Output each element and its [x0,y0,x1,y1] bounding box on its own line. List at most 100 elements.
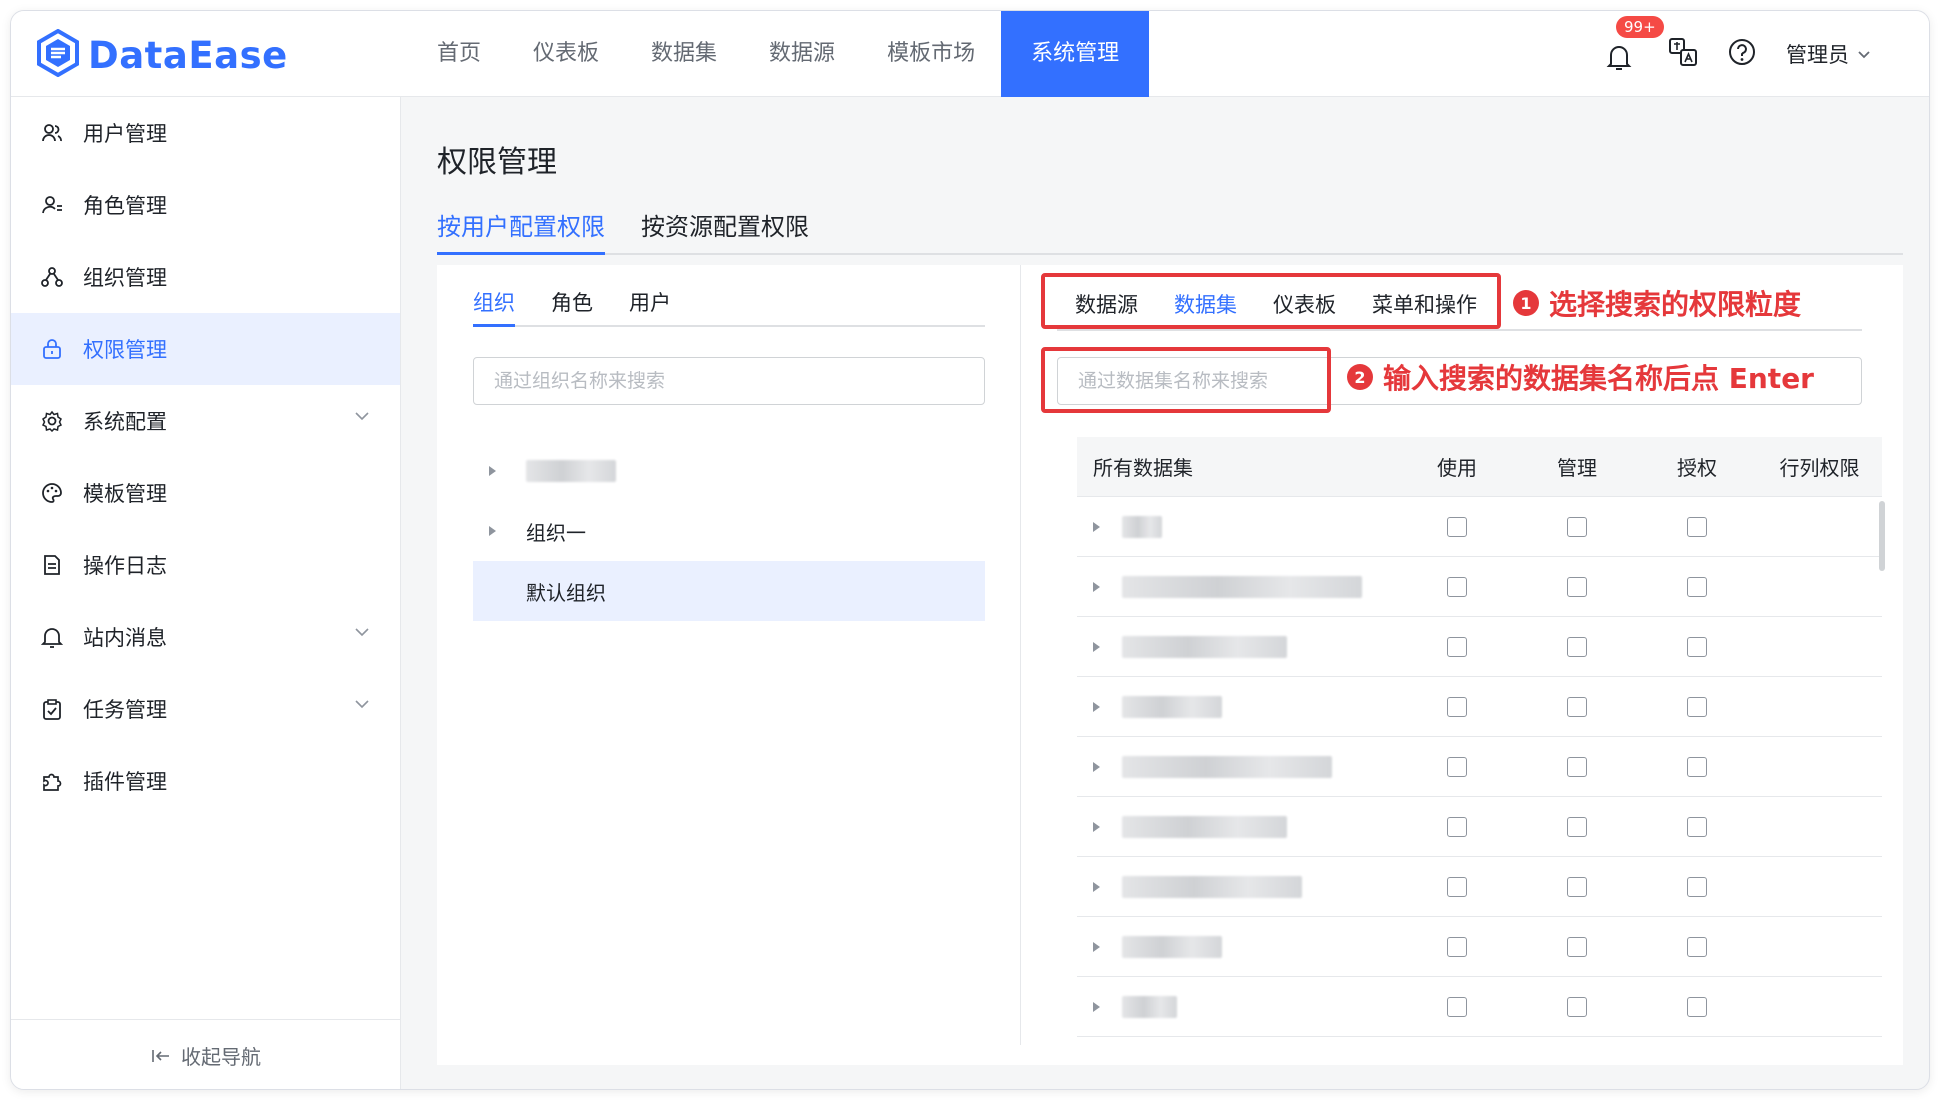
sidebar-item-label: 任务管理 [83,698,167,722]
document-icon [41,554,63,576]
use-checkbox[interactable] [1447,516,1467,537]
tab-user[interactable]: 用户 [629,279,671,327]
expand-arrow-icon[interactable] [1093,641,1100,652]
sidebar-item-plugins[interactable]: 插件管理 [11,745,400,817]
table-row[interactable] [1077,497,1882,557]
sidebar-item-permissions[interactable]: 权限管理 [11,313,400,385]
manage-checkbox[interactable] [1567,876,1587,897]
tab-by-user[interactable]: 按用户配置权限 [437,201,605,255]
nav-dashboard[interactable]: 仪表板 [507,11,625,97]
authorize-checkbox[interactable] [1687,636,1707,657]
collapse-nav-button[interactable]: 收起导航 [11,1019,401,1089]
annotation-callout-2: 2 输入搜索的数据集名称后点 Enter [1347,357,1814,397]
permission-table: 所有数据集 使用 管理 授权 行列权限 [1077,437,1882,1037]
table-scrollbar[interactable] [1879,501,1885,571]
logo-text: DataEase [88,33,288,77]
expand-arrow-icon[interactable] [489,466,496,476]
sidebar-item-label: 模板管理 [83,482,167,506]
manage-checkbox[interactable] [1567,636,1587,657]
use-checkbox[interactable] [1447,696,1467,717]
manage-checkbox[interactable] [1567,576,1587,597]
logo[interactable]: DataEase [36,28,288,81]
authorize-checkbox[interactable] [1687,996,1707,1017]
sidebar-item-label: 权限管理 [83,338,167,362]
main-tabs: 按用户配置权限 按资源配置权限 [437,201,1903,255]
expand-arrow-icon[interactable] [1093,821,1100,832]
org-search-input[interactable] [473,357,985,405]
manage-checkbox[interactable] [1567,696,1587,717]
expand-arrow-icon[interactable] [1093,941,1100,952]
main-nav: 首页 仪表板 数据集 数据源 模板市场 系统管理 [411,11,1150,97]
nav-dataset[interactable]: 数据集 [625,11,743,97]
tab-by-resource[interactable]: 按资源配置权限 [641,201,809,255]
use-checkbox[interactable] [1447,576,1467,597]
tree-node-org-1[interactable]: 组织一 [473,501,985,561]
expand-arrow-icon[interactable] [1093,581,1100,592]
org-icon [41,266,63,288]
use-checkbox[interactable] [1447,756,1467,777]
use-checkbox[interactable] [1447,636,1467,657]
expand-arrow-icon[interactable] [489,526,496,536]
table-row[interactable] [1077,797,1882,857]
table-row[interactable] [1077,617,1882,677]
tab-org[interactable]: 组织 [473,279,515,327]
table-row[interactable] [1077,737,1882,797]
nav-template-market[interactable]: 模板市场 [861,11,1001,97]
tab-role[interactable]: 角色 [551,279,593,327]
use-checkbox[interactable] [1447,816,1467,837]
notification-button[interactable]: 99+ [1606,16,1664,70]
annotation-box-2 [1041,347,1331,413]
use-checkbox[interactable] [1447,996,1467,1017]
gear-icon [41,410,63,432]
authorize-checkbox[interactable] [1687,876,1707,897]
sidebar-item-roles[interactable]: 角色管理 [11,169,400,241]
tree-node-default-org[interactable]: 默认组织 [473,561,985,621]
subject-pane: 组织 角色 用户 组织一 默认组织 [437,265,1021,1045]
authorize-checkbox[interactable] [1687,936,1707,957]
manage-checkbox[interactable] [1567,516,1587,537]
annotation-text-1: 选择搜索的权限粒度 [1549,288,1802,321]
annotation-callout-1: 1 选择搜索的权限粒度 [1513,283,1801,323]
table-row[interactable] [1077,557,1882,617]
expand-arrow-icon[interactable] [1093,701,1100,712]
sidebar-item-system-config[interactable]: 系统配置 [11,385,400,457]
table-row[interactable] [1077,677,1882,737]
blurred-dataset-name [1122,875,1302,898]
expand-arrow-icon[interactable] [1093,521,1100,532]
subject-tabs: 组织 角色 用户 [473,279,985,327]
expand-arrow-icon[interactable] [1093,881,1100,892]
nav-home[interactable]: 首页 [411,11,507,97]
sidebar-item-templates[interactable]: 模板管理 [11,457,400,529]
translate-icon[interactable] [1668,37,1698,71]
table-row[interactable] [1077,857,1882,917]
sidebar-item-messages[interactable]: 站内消息 [11,601,400,673]
use-checkbox[interactable] [1447,936,1467,957]
nav-system-admin[interactable]: 系统管理 [1001,11,1150,97]
manage-checkbox[interactable] [1567,936,1587,957]
use-checkbox[interactable] [1447,876,1467,897]
table-row[interactable] [1077,917,1882,977]
user-menu[interactable]: 管理员 [1786,39,1871,69]
tree-node-org-blurred[interactable] [473,441,985,501]
col-header-authorize: 授权 [1677,456,1717,480]
sidebar-item-operation-log[interactable]: 操作日志 [11,529,400,601]
authorize-checkbox[interactable] [1687,816,1707,837]
authorize-checkbox[interactable] [1687,516,1707,537]
authorize-checkbox[interactable] [1687,756,1707,777]
table-row[interactable] [1077,977,1882,1037]
dataset-name-cell [1077,815,1397,838]
authorize-checkbox[interactable] [1687,576,1707,597]
col-header-row-col: 行列权限 [1779,456,1860,480]
manage-checkbox[interactable] [1567,756,1587,777]
blurred-dataset-name [1122,695,1222,718]
sidebar-item-org[interactable]: 组织管理 [11,241,400,313]
help-icon[interactable] [1728,38,1756,70]
sidebar-item-users[interactable]: 用户管理 [11,97,400,169]
sidebar-item-tasks[interactable]: 任务管理 [11,673,400,745]
authorize-checkbox[interactable] [1687,696,1707,717]
nav-datasource[interactable]: 数据源 [743,11,861,97]
expand-arrow-icon[interactable] [1093,1001,1100,1012]
expand-arrow-icon[interactable] [1093,761,1100,772]
manage-checkbox[interactable] [1567,816,1587,837]
manage-checkbox[interactable] [1567,996,1587,1017]
